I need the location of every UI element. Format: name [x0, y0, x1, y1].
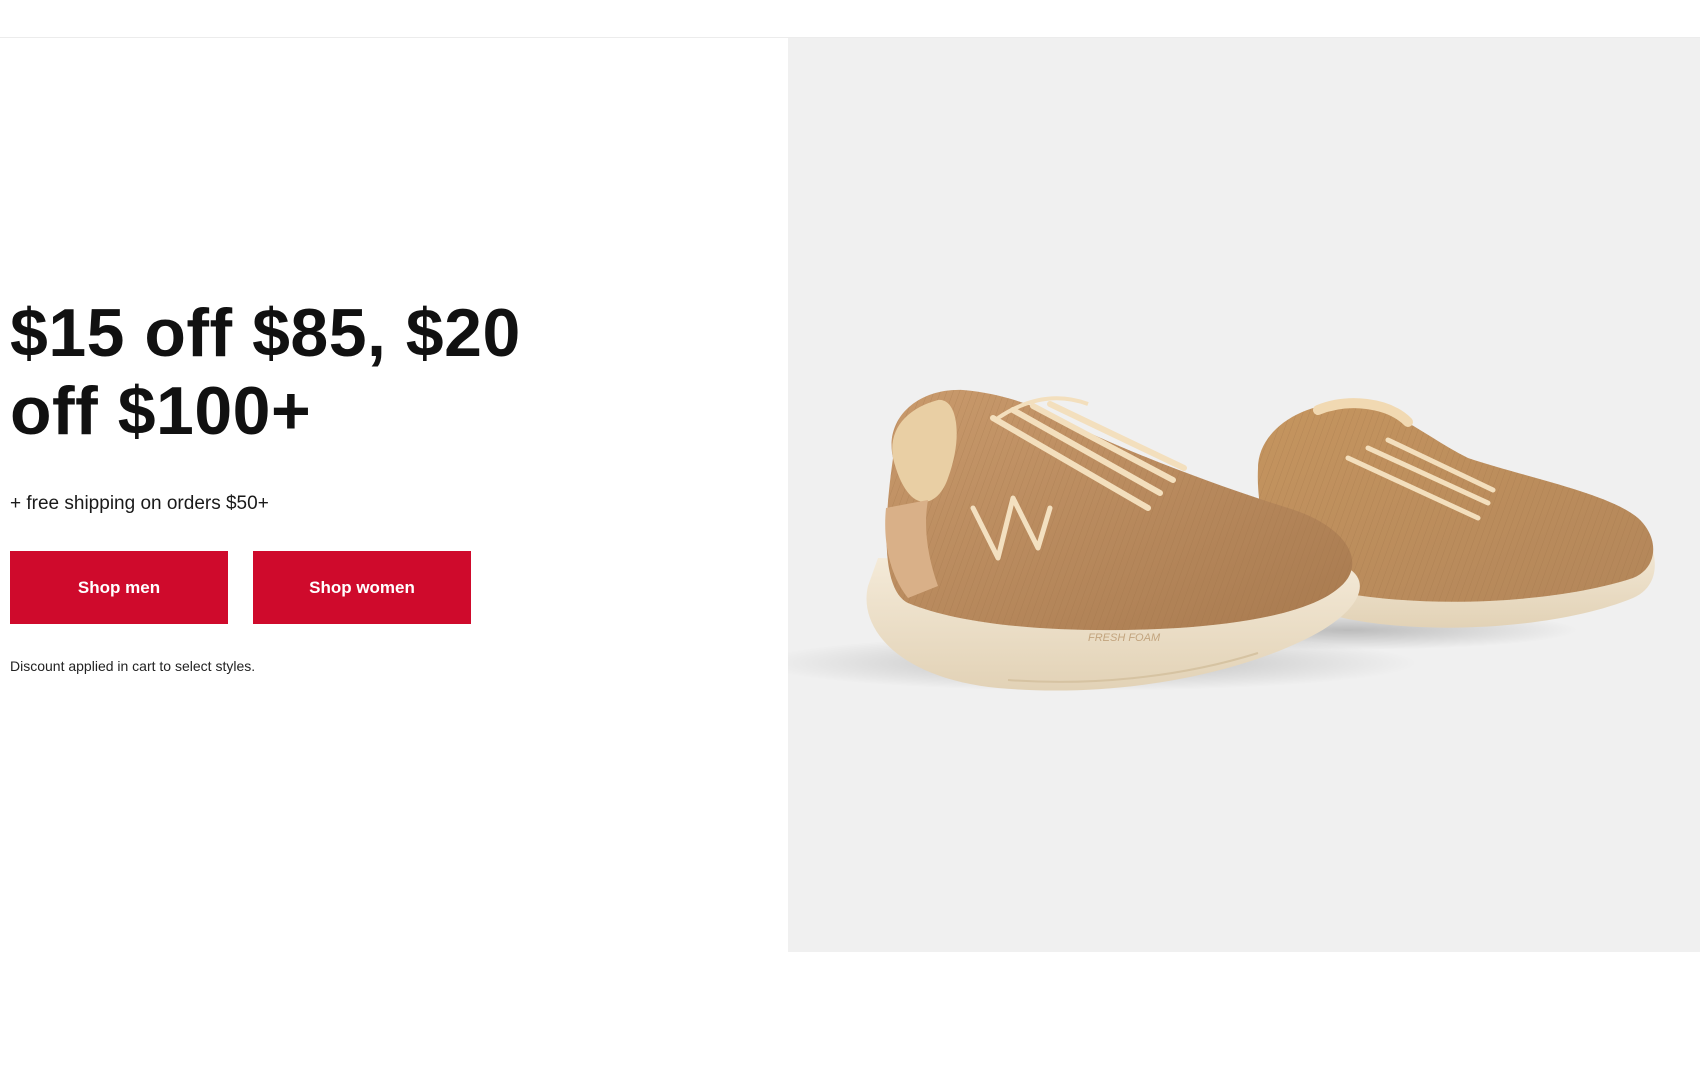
shop-women-button[interactable]: Shop women	[253, 551, 471, 624]
cta-button-row: Shop men Shop women	[10, 551, 471, 624]
promo-headline: $15 off $85, $20 off $100+	[10, 295, 521, 449]
free-shipping-note: + free shipping on orders $50+	[10, 493, 269, 514]
discount-disclaimer: Discount applied in cart to select style…	[10, 658, 256, 674]
shop-men-button[interactable]: Shop men	[10, 551, 228, 624]
midsole-print: FRESH FOAM	[1088, 632, 1161, 644]
shoes-image: FRESH FOAM	[788, 389, 1655, 691]
top-header-strip	[0, 0, 1700, 38]
product-image-panel[interactable]: FRESH FOAM	[788, 38, 1700, 952]
promo-hero: $15 off $85, $20 off $100+ + free shippi…	[0, 38, 1700, 952]
promo-text-panel: $15 off $85, $20 off $100+ + free shippi…	[0, 38, 788, 952]
